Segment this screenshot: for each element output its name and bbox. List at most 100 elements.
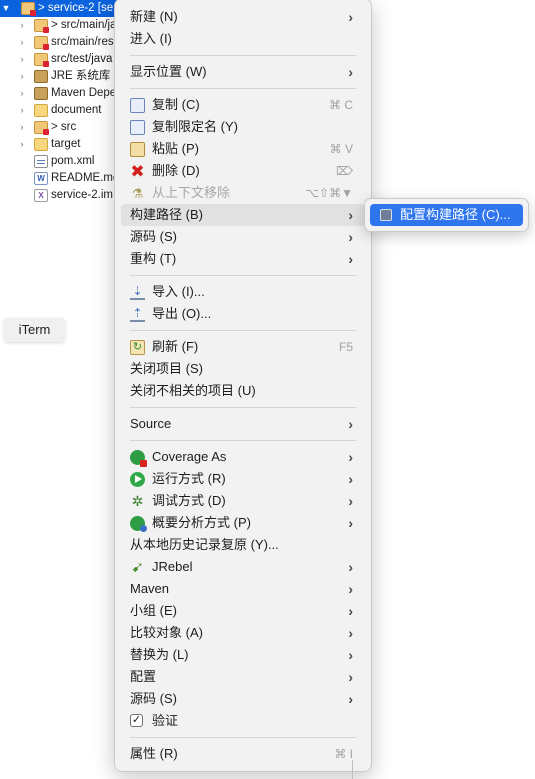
chevron-right-icon[interactable]: › (17, 34, 27, 51)
menu-item-properties[interactable]: 属性 (R) ⌘ I (121, 743, 365, 765)
tree-item-src[interactable]: › > src (0, 119, 120, 136)
menu-item-label: 关闭不相关的项目 (U) (130, 383, 256, 398)
menu-item-label: JRebel (152, 559, 193, 574)
tree-item-readme[interactable]: W README.md (0, 170, 120, 187)
menu-item-profile-as[interactable]: 概要分析方式 (P) › (121, 512, 365, 534)
menu-separator (130, 737, 356, 738)
library-icon (34, 87, 48, 100)
tree-item-maven-dependencies[interactable]: › Maven Depe (0, 85, 120, 102)
menu-item-maven[interactable]: Maven › (121, 578, 365, 600)
menu-item-close-unrelated[interactable]: 关闭不相关的项目 (U) (121, 380, 365, 402)
menu-item-source[interactable]: 源码 (S) › (121, 226, 365, 248)
checkbox-checked-icon[interactable]: ✓ (130, 714, 143, 727)
menu-item-label: 从上下文移除 (152, 185, 231, 200)
tree-item-src-test-java[interactable]: › src/test/java (0, 51, 120, 68)
tree-item-label: src/main/res (51, 36, 114, 48)
menu-item-replace-with[interactable]: 替换为 (L) › (121, 644, 365, 666)
menu-item-run-as[interactable]: 运行方式 (R) › (121, 468, 365, 490)
menu-item-label: 导入 (I)... (152, 284, 205, 299)
menu-shortcut: ⌘ I (334, 747, 353, 761)
menu-item-compare-with[interactable]: 比较对象 (A) › (121, 622, 365, 644)
chevron-right-icon[interactable]: › (17, 51, 27, 68)
remove-context-icon: ⚗ (131, 186, 144, 201)
tree-item-service-2-iml[interactable]: X service-2.im (0, 187, 120, 204)
menu-item-debug-as[interactable]: ✲ 调试方式 (D) › (121, 490, 365, 512)
menu-item-import[interactable]: ⇣ 导入 (I)... (121, 281, 365, 303)
menu-item-show-in[interactable]: 显示位置 (W) › (121, 61, 365, 83)
menu-item-label: 重构 (T) (130, 251, 177, 266)
menu-item-copy[interactable]: 复制 (C) ⌘ C (121, 94, 365, 116)
menu-shortcut: F5 (338, 340, 353, 354)
menu-item-export[interactable]: ⇡ 导出 (O)... (121, 303, 365, 325)
iterm-label[interactable]: iTerm (4, 318, 65, 342)
run-icon (130, 472, 145, 487)
menu-item-label: 构建路径 (B) (130, 207, 203, 222)
tree-item-document[interactable]: › document (0, 102, 120, 119)
chevron-down-icon[interactable]: ▼ (1, 0, 11, 17)
tree-item-label: document (51, 104, 102, 116)
folder-icon (34, 121, 49, 135)
chevron-right-icon[interactable]: › (17, 119, 27, 136)
chevron-right-icon: › (348, 229, 353, 245)
chevron-right-icon: › (348, 207, 353, 223)
menu-item-delete[interactable]: ✖ 删除 (D) ⌦ (121, 160, 365, 182)
chevron-right-icon[interactable]: › (17, 102, 27, 119)
menu-item-label: 粘贴 (P) (152, 141, 199, 156)
menu-item-label: 刷新 (F) (152, 339, 199, 354)
chevron-right-icon: › (348, 603, 353, 619)
menu-item-label: Coverage As (152, 449, 227, 464)
chevron-right-icon: › (348, 669, 353, 685)
tree-item-src-main-resources[interactable]: › src/main/res (0, 34, 120, 51)
menu-item-label: 小组 (E) (130, 603, 177, 618)
folder-icon (34, 104, 48, 117)
menu-item-label: 显示位置 (W) (130, 64, 207, 79)
tree-item-pom-xml[interactable]: pom.xml (0, 153, 120, 170)
chevron-right-icon[interactable]: › (17, 85, 27, 102)
menu-item-team[interactable]: 小组 (E) › (121, 600, 365, 622)
menu-item-label: 复制限定名 (Y) (152, 119, 238, 134)
chevron-right-icon: › (348, 251, 353, 267)
source-folder-icon (34, 36, 49, 50)
menu-item-label: 进入 (I) (130, 31, 172, 46)
menu-item-jrebel[interactable]: ➹ JRebel › (121, 556, 365, 578)
menu-item-coverage-as[interactable]: Coverage As › (121, 446, 365, 468)
library-icon (34, 70, 48, 83)
tree-item-service-2[interactable]: ▼ > service-2 [se (0, 0, 120, 17)
menu-item-label: 新建 (N) (130, 9, 178, 24)
menu-item-label: 删除 (D) (152, 163, 200, 178)
menu-item-label: 配置 (130, 669, 157, 684)
export-icon: ⇡ (130, 307, 145, 322)
tree-item-target[interactable]: › target (0, 136, 120, 153)
menu-item-close-project[interactable]: 关闭项目 (S) (121, 358, 365, 380)
build-path-icon (380, 209, 392, 221)
menu-item-paste[interactable]: 粘贴 (P) ⌘ V (121, 138, 365, 160)
source-folder-icon (34, 19, 49, 33)
menu-item-restore-history[interactable]: 从本地历史记录复原 (Y)... (121, 534, 365, 556)
menu-item-validate[interactable]: ✓ 验证 (121, 710, 365, 732)
delete-icon: ✖ (130, 162, 145, 181)
menu-item-new[interactable]: 新建 (N) › (121, 6, 365, 28)
chevron-right-icon[interactable]: › (17, 136, 27, 153)
menu-item-label: 从本地历史记录复原 (Y)... (130, 537, 279, 552)
menu-item-build-path[interactable]: 构建路径 (B) › (121, 204, 365, 226)
chevron-right-icon: › (348, 559, 353, 575)
menu-item-configure-build-path[interactable]: 配置构建路径 (C)... (370, 204, 523, 226)
chevron-right-icon[interactable]: › (17, 68, 27, 85)
tree-item-src-main-java[interactable]: › > src/main/ja (0, 17, 120, 34)
menu-item-source-en[interactable]: Source › (121, 413, 365, 435)
menu-item-copy-qualified-name[interactable]: 复制限定名 (Y) (121, 116, 365, 138)
tree-item-label: src/test/java (51, 53, 113, 65)
menu-shortcut: ⌘ C (329, 98, 353, 112)
menu-item-configure[interactable]: 配置 › (121, 666, 365, 688)
menu-item-refactor[interactable]: 重构 (T) › (121, 248, 365, 270)
refresh-icon: ↻ (130, 340, 145, 355)
menu-item-label: 比较对象 (A) (130, 625, 203, 640)
menu-item-go-into[interactable]: 进入 (I) (121, 28, 365, 50)
jrebel-icon: ➹ (131, 559, 144, 576)
menu-item-source-2[interactable]: 源码 (S) › (121, 688, 365, 710)
menu-item-remove-from-context: ⚗ 从上下文移除 ⌥⇧⌘▼ (121, 182, 365, 204)
chevron-right-icon[interactable]: › (17, 17, 27, 34)
tree-item-jre-library[interactable]: › JRE 系统库 [ (0, 68, 120, 85)
iml-file-icon: X (34, 189, 48, 202)
menu-item-refresh[interactable]: ↻ 刷新 (F) F5 (121, 336, 365, 358)
